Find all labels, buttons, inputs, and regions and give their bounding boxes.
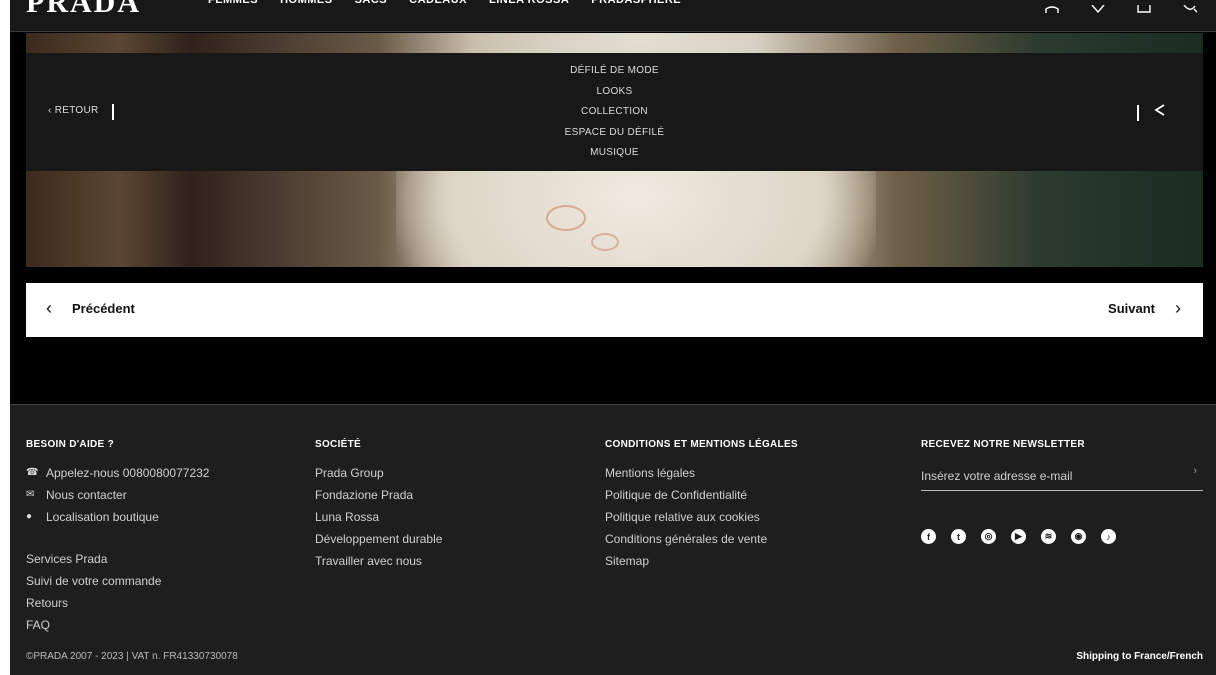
footer-link[interactable]: Mentions légales xyxy=(605,466,798,488)
submenu-list: DÉFILÉ DE MODE LOOKS COLLECTION ESPACE D… xyxy=(26,65,1203,168)
footer-link[interactable]: Prada Group xyxy=(315,466,442,488)
footer-company-column: SOCIÉTÉ Prada Group Fondazione Prada Lun… xyxy=(315,439,442,576)
nav-item-linea-rossa[interactable]: LINEA ROSSA xyxy=(489,0,569,10)
footer-link[interactable]: Luna Rossa xyxy=(315,510,442,532)
embroidery-detail xyxy=(591,233,619,251)
search-icon[interactable] xyxy=(1182,0,1198,13)
footer-link[interactable]: Développement durable xyxy=(315,532,442,554)
footer-company-title: SOCIÉTÉ xyxy=(315,439,361,450)
footer-link[interactable]: Suivi de votre commande xyxy=(26,574,209,596)
contact-label: Nous contacter xyxy=(46,488,127,502)
chevron-right-icon: › xyxy=(1175,298,1181,318)
footer-link[interactable]: Conditions générales de vente xyxy=(605,532,798,554)
footer-legal-column: CONDITIONS ET MENTIONS LÉGALES Mentions … xyxy=(605,439,798,576)
next-label: Suivant xyxy=(1108,300,1155,316)
footer-link[interactable]: Travailler avec nous xyxy=(315,554,442,576)
store-locator-link[interactable]: ● Localisation boutique xyxy=(26,510,209,532)
chevron-right-icon[interactable]: › xyxy=(1193,465,1197,477)
newsletter-title: RECEVEZ NOTRE NEWSLETTER xyxy=(921,439,1085,450)
previous-button[interactable]: ‹ Précédent xyxy=(46,298,135,318)
newsletter-form: › xyxy=(921,465,1203,491)
runway-submenu: ‹ RETOUR DÉFILÉ DE MODE LOOKS COLLECTION… xyxy=(26,53,1203,171)
phone-link[interactable]: ☎ Appelez-nous 0080080077232 xyxy=(26,466,209,488)
prada-logo[interactable]: PRADA xyxy=(26,0,141,20)
store-locator-label: Localisation boutique xyxy=(46,510,159,524)
footer-link[interactable]: Politique relative aux cookies xyxy=(605,510,798,532)
nav-item-cadeaux[interactable]: CADEAUX xyxy=(409,0,467,10)
discord-icon[interactable]: ◉ xyxy=(1071,529,1086,544)
tiktok-icon[interactable]: ♪ xyxy=(1101,529,1116,544)
next-button[interactable]: Suivant › xyxy=(1108,298,1181,318)
footer-link[interactable]: Fondazione Prada xyxy=(315,488,442,510)
nav-item-hommes[interactable]: HOMMES xyxy=(280,0,333,10)
chevron-left-icon: ‹ xyxy=(46,298,52,318)
main-nav: FEMMES HOMMES SACS CADEAUX LINEA ROSSA P… xyxy=(208,0,681,10)
footer-link[interactable]: Retours xyxy=(26,596,209,618)
embroidery-detail xyxy=(546,205,586,231)
submenu-item-musique[interactable]: MUSIQUE xyxy=(26,147,1203,168)
shipping-selector[interactable]: Shipping to France/French xyxy=(1076,651,1203,662)
submenu-item-collection[interactable]: COLLECTION xyxy=(26,106,1203,127)
share-icon[interactable] xyxy=(1153,103,1167,122)
phone-icon: ☎ xyxy=(26,467,39,478)
mail-icon: ✉ xyxy=(26,489,35,500)
footer-help-column: BESOIN D'AIDE ? ☎ Appelez-nous 008008007… xyxy=(26,439,209,640)
submenu-item-looks[interactable]: LOOKS xyxy=(26,86,1203,107)
bag-icon[interactable] xyxy=(1136,0,1152,13)
footer-newsletter-column: RECEVEZ NOTRE NEWSLETTER xyxy=(921,439,1085,466)
social-links: f t ◎ ▶ ≋ ◉ ♪ xyxy=(921,529,1116,544)
footer-link[interactable]: FAQ xyxy=(26,618,209,640)
look-pager: ‹ Précédent Suivant › xyxy=(26,283,1203,337)
pin-icon: ● xyxy=(26,511,33,522)
header-icons xyxy=(1044,0,1198,14)
contact-link[interactable]: ✉ Nous contacter xyxy=(26,488,209,510)
footer-link[interactable]: Services Prada xyxy=(26,552,209,574)
nav-item-femmes[interactable]: FEMMES xyxy=(208,0,258,10)
footer-link[interactable]: Sitemap xyxy=(605,554,798,576)
submenu-item-defile[interactable]: DÉFILÉ DE MODE xyxy=(26,65,1203,86)
account-icon[interactable] xyxy=(1044,0,1060,13)
footer: BESOIN D'AIDE ? ☎ Appelez-nous 008008007… xyxy=(10,404,1216,675)
youtube-icon[interactable]: ▶ xyxy=(1011,529,1026,544)
footer-legal-title: CONDITIONS ET MENTIONS LÉGALES xyxy=(605,439,798,450)
footer-help-title: BESOIN D'AIDE ? xyxy=(26,439,114,450)
newsletter-email-input[interactable] xyxy=(921,469,1181,483)
phone-label: Appelez-nous 0080080077232 xyxy=(46,466,210,480)
footer-link[interactable]: Politique de Confidentialité xyxy=(605,488,798,510)
nav-item-sacs[interactable]: SACS xyxy=(355,0,388,10)
copyright-text: ©PRADA 2007 - 2023 | VAT n. FR4133073007… xyxy=(26,651,238,662)
submenu-item-espace[interactable]: ESPACE DU DÉFILÉ xyxy=(26,127,1203,148)
top-header: PRADA FEMMES HOMMES SACS CADEAUX LINEA R… xyxy=(10,0,1216,32)
nav-item-pradasphere[interactable]: PRADASPHERE xyxy=(591,0,681,10)
facebook-icon[interactable]: f xyxy=(921,529,936,544)
spotify-icon[interactable]: ≋ xyxy=(1041,529,1056,544)
divider xyxy=(1137,105,1139,121)
instagram-icon[interactable]: ◎ xyxy=(981,529,996,544)
twitter-icon[interactable]: t xyxy=(951,529,966,544)
wishlist-icon[interactable] xyxy=(1090,0,1106,14)
previous-label: Précédent xyxy=(72,300,135,316)
